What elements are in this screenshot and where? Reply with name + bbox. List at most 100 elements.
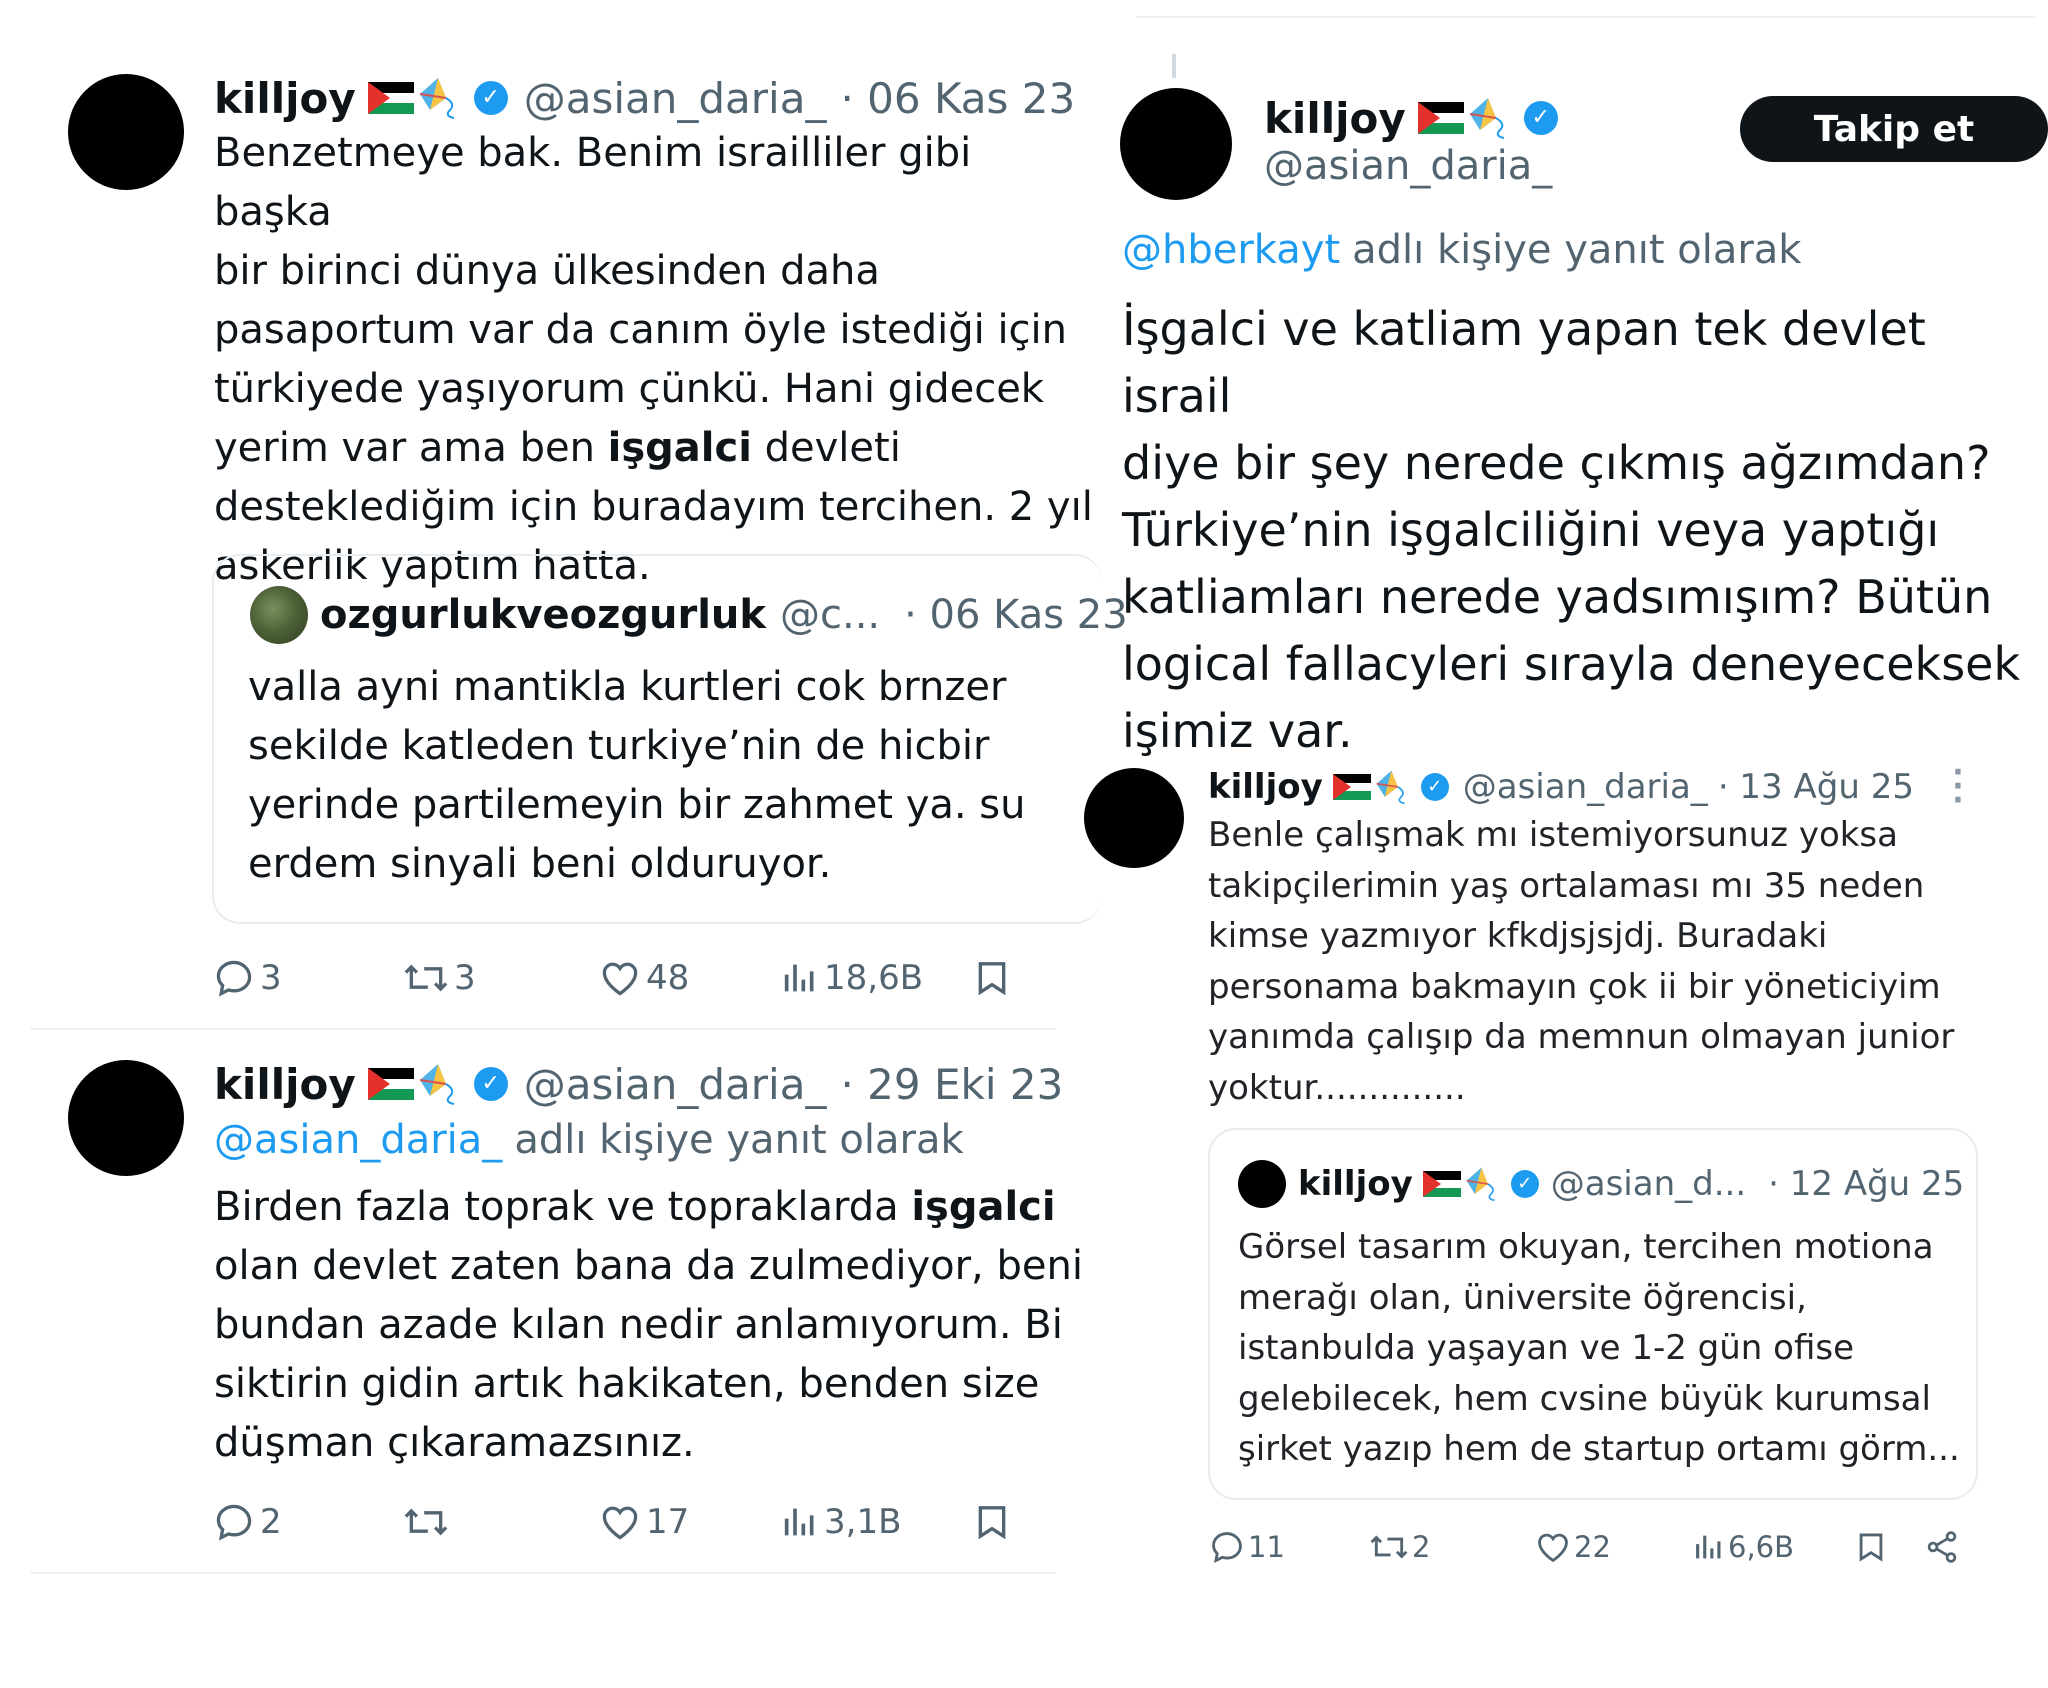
retweet-button[interactable]: 2 xyxy=(1368,1524,1430,1570)
tweet-text: Benle çalışmak mı istemiyorsunuz yoksa t… xyxy=(1208,815,1955,1108)
display-name[interactable]: killjoy xyxy=(214,74,356,123)
like-count: 22 xyxy=(1574,1530,1611,1564)
tweet-header: killjoy ✓ xyxy=(1264,90,1558,146)
follow-button[interactable]: Takip et xyxy=(1740,96,2048,162)
views-count: 3,1B xyxy=(824,1502,902,1542)
divider xyxy=(30,1028,1056,1030)
handle[interactable]: @asian_daria_ xyxy=(524,1060,827,1109)
more-icon[interactable]: · · · xyxy=(1946,758,1970,816)
tweet-actions: 3 3 48 18,6B xyxy=(212,952,1032,1004)
bookmark-button[interactable] xyxy=(972,952,1012,1004)
tweet-actions: 11 2 22 6,6B xyxy=(1208,1524,2028,1570)
quote-text: valla ayni mantikla kurtleri cok brnzer … xyxy=(248,664,1026,887)
avatar[interactable] xyxy=(68,74,184,190)
like-icon xyxy=(602,1506,638,1540)
bookmark-button[interactable] xyxy=(972,1496,1012,1548)
retweet-button[interactable]: 3 xyxy=(402,952,476,1004)
timestamp[interactable]: · 06 Kas 23 xyxy=(840,74,1075,123)
like-button[interactable]: 17 xyxy=(598,1496,689,1548)
handle[interactable]: @asian_daria_ xyxy=(524,74,827,123)
palestine-flag-icon xyxy=(1417,102,1464,134)
views-count: 18,6B xyxy=(824,958,924,998)
reply-count: 2 xyxy=(260,1502,282,1542)
retweet-icon xyxy=(1370,1535,1408,1559)
palestine-flag-icon xyxy=(1422,1171,1461,1197)
timestamp[interactable]: · 13 Ağu 25 xyxy=(1718,767,1914,807)
verified-badge-icon: ✓ xyxy=(1420,773,1449,801)
reply-button[interactable]: 2 xyxy=(212,1496,282,1548)
like-icon xyxy=(602,962,638,996)
views-button[interactable]: 6,6B xyxy=(1692,1524,1794,1570)
palestine-flag-icon xyxy=(367,82,414,114)
retweet-count: 3 xyxy=(454,958,476,998)
avatar[interactable] xyxy=(1084,768,1184,868)
tweet-header: killjoy ✓ @asian_daria_ · 06 Kas 23 xyxy=(214,70,1075,126)
handle[interactable]: @asian_daria_ xyxy=(1463,767,1708,807)
reply-icon xyxy=(1212,1532,1242,1563)
quote-header: ozgurlukveozgurluk @c... · 06 Kas 23 xyxy=(320,586,1128,644)
quote-avatar xyxy=(1238,1160,1286,1208)
kite-icon xyxy=(419,1064,454,1105)
quote-text: Görsel tasarım okuyan, tercihen motiona … xyxy=(1238,1227,1960,1469)
verified-badge-icon: ✓ xyxy=(473,1067,508,1101)
reply-context-text: adlı kişiye yanıt olarak xyxy=(1352,227,1802,273)
reply-to-handle[interactable]: @hberkayt xyxy=(1122,227,1340,273)
handle-row: @asian_daria_ xyxy=(1264,140,1552,192)
avatar[interactable] xyxy=(1120,88,1232,200)
share-button[interactable] xyxy=(1924,1524,1960,1570)
bookmark-button[interactable] xyxy=(1854,1524,1888,1570)
like-button[interactable]: 22 xyxy=(1534,1524,1611,1570)
views-icon xyxy=(1696,1535,1721,1559)
like-count: 48 xyxy=(646,958,690,998)
views-button[interactable]: 18,6B xyxy=(780,952,923,1004)
timestamp[interactable]: · 29 Eki 23 xyxy=(840,1060,1063,1109)
views-count: 6,6B xyxy=(1728,1530,1795,1564)
palestine-flag-icon xyxy=(1332,774,1371,800)
display-name[interactable]: killjoy xyxy=(1208,767,1323,807)
reply-context: @asian_daria_ adlı kişiye yanıt olarak xyxy=(214,1114,964,1166)
kite-icon xyxy=(1466,1167,1495,1202)
bookmark-icon xyxy=(978,1506,1006,1540)
avatar[interactable] xyxy=(68,1060,184,1176)
bookmark-icon xyxy=(978,962,1006,996)
kite-icon xyxy=(1376,770,1405,805)
reply-button[interactable]: 11 xyxy=(1208,1524,1285,1570)
reply-icon xyxy=(216,1504,252,1541)
reply-context: @hberkayt adlı kişiye yanıt olarak xyxy=(1122,224,1801,276)
quoted-tweet[interactable]: killjoy ✓ @asian_d... · 12 Ağu 25 Görsel… xyxy=(1208,1128,1978,1500)
share-icon xyxy=(1927,1531,1957,1563)
reply-button[interactable]: 3 xyxy=(212,952,282,1004)
views-icon xyxy=(784,964,814,992)
quote-display-name: ozgurlukveozgurluk xyxy=(320,592,766,638)
reply-to-handle[interactable]: @asian_daria_ xyxy=(214,1117,502,1163)
top-border xyxy=(1136,16,2036,18)
handle[interactable]: @asian_daria_ xyxy=(1264,143,1552,189)
kite-icon xyxy=(1469,98,1504,139)
quote-timestamp: · 12 Ağu 25 xyxy=(1768,1164,1965,1204)
like-button[interactable]: 48 xyxy=(598,952,689,1004)
quote-avatar xyxy=(250,586,308,644)
quote-display-name: killjoy xyxy=(1298,1164,1413,1204)
tweet-header: killjoy ✓ @asian_daria_ · 29 Eki 23 xyxy=(214,1056,1063,1112)
display-name[interactable]: killjoy xyxy=(214,1060,356,1109)
views-button[interactable]: 3,1B xyxy=(780,1496,901,1548)
tweet-header: killjoy ✓ @asian_daria_ · 13 Ağu 25 xyxy=(1208,764,1914,810)
thread-line xyxy=(1172,54,1176,78)
verified-badge-icon: ✓ xyxy=(1510,1170,1539,1198)
divider xyxy=(30,1572,1056,1574)
reply-count: 3 xyxy=(260,958,282,998)
tweet-text: İşgalci ve katliam yapan tek devlet isra… xyxy=(1122,302,2021,758)
kite-icon xyxy=(419,78,454,119)
retweet-icon xyxy=(404,964,448,992)
bookmark-icon xyxy=(1859,1533,1883,1562)
quoted-tweet[interactable]: ozgurlukveozgurluk @c... · 06 Kas 23 val… xyxy=(212,554,1128,924)
retweet-count: 2 xyxy=(1412,1530,1431,1564)
quote-handle: @c... xyxy=(779,592,881,638)
retweet-button[interactable] xyxy=(402,1496,450,1548)
reply-count: 11 xyxy=(1248,1530,1285,1564)
display-name[interactable]: killjoy xyxy=(1264,94,1406,143)
like-count: 17 xyxy=(646,1502,690,1542)
verified-badge-icon: ✓ xyxy=(473,81,508,115)
palestine-flag-icon xyxy=(367,1068,414,1100)
reply-context-text: adlı kişiye yanıt olarak xyxy=(514,1117,964,1163)
